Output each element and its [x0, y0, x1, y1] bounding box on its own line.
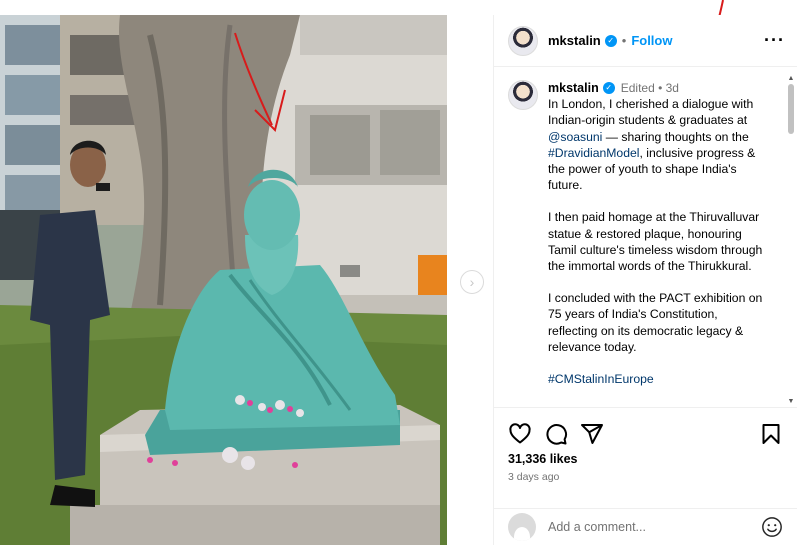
post-timestamp: 3 days ago — [508, 471, 560, 483]
chevron-right-icon: › — [469, 274, 475, 290]
paper-plane-icon[interactable] — [580, 422, 604, 446]
hashtag-link[interactable]: #DravidianModel — [548, 146, 639, 160]
mention-link[interactable]: @soasuni — [548, 130, 602, 144]
caption-edited-time: Edited • 3d — [620, 81, 679, 95]
post-caption: mkstalin ✓ Edited • 3d In London, I cher… — [548, 80, 770, 405]
post-side-panel: mkstalin ✓ • Follow ··· mkstalin ✓ Edite… — [493, 15, 797, 545]
caption-text: — sharing thoughts on the — [602, 129, 749, 144]
follow-button[interactable]: Follow — [631, 33, 672, 48]
caption-paragraph-2: I then paid homage at the Thiruvalluvar … — [548, 210, 763, 274]
hashtag-link[interactable]: #CMStalinInEurope — [548, 371, 770, 387]
author-username[interactable]: mkstalin — [548, 33, 601, 48]
caption-area: mkstalin ✓ Edited • 3d In London, I cher… — [494, 68, 797, 405]
comment-bubble-icon[interactable] — [544, 422, 568, 446]
action-bar — [508, 420, 783, 448]
verified-badge-icon: ✓ — [602, 82, 615, 95]
caption-author-avatar[interactable] — [508, 80, 538, 110]
scroll-down-icon[interactable]: ▼ — [787, 398, 795, 405]
comment-input[interactable] — [548, 520, 738, 534]
scroll-thumb[interactable] — [788, 84, 794, 134]
carousel-next-button[interactable]: › — [460, 270, 484, 294]
caption-username[interactable]: mkstalin — [548, 80, 599, 96]
bookmark-icon[interactable] — [759, 422, 783, 446]
caption-meta: mkstalin ✓ Edited • 3d — [548, 80, 770, 96]
current-user-avatar — [508, 513, 536, 541]
statue-photo-image — [0, 15, 447, 545]
verified-badge-icon: ✓ — [604, 34, 617, 47]
like-count[interactable]: 31,336 likes — [508, 452, 578, 466]
heart-icon[interactable] — [508, 422, 532, 446]
smiley-icon[interactable] — [761, 516, 783, 538]
post-header: mkstalin ✓ • Follow ··· — [494, 15, 797, 67]
more-options-icon[interactable]: ··· — [764, 30, 785, 51]
add-comment-bar — [494, 508, 797, 545]
scroll-up-icon[interactable]: ▲ — [787, 75, 795, 82]
caption-paragraph-3: I concluded with the PACT exhibition on … — [548, 291, 763, 354]
caption-paragraph-1: In London, I cherished a dialogue with I… — [548, 96, 770, 193]
author-avatar[interactable] — [508, 25, 538, 56]
caption-scrollbar[interactable]: ▲ ▼ — [787, 75, 795, 405]
separator-dot: • — [621, 33, 627, 48]
post-photo[interactable] — [0, 15, 447, 545]
caption-text: In London, I cherished a dialogue with I… — [548, 97, 754, 128]
